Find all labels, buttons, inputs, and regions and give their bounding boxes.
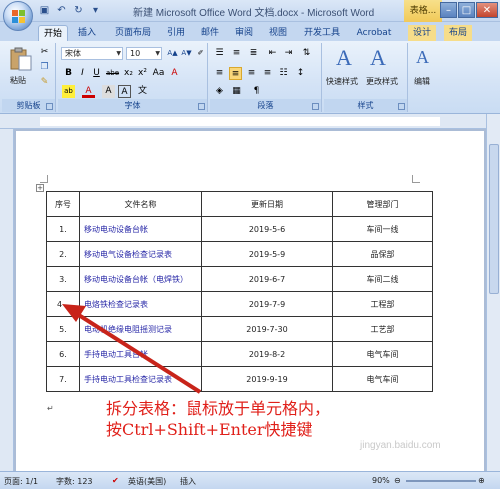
office-button[interactable] [3,1,33,31]
page-count[interactable]: 页面: 1/1 [4,476,38,487]
insert-mode[interactable]: 插入 [180,476,196,487]
zoom-in-icon[interactable]: ⊕ [478,476,485,485]
arrow-shaft [72,310,202,394]
annotation-line-1: 拆分表格：鼠标放于单元格内， [106,399,331,418]
watermark-text: jingyan.baidu.com [360,440,441,451]
annotation-line-2: 按Ctrl+Shift+Enter快捷键 [106,420,313,439]
zoom-level[interactable]: 90% [372,476,390,485]
word-count[interactable]: 字数: 123 [56,476,93,487]
proofing-icon[interactable]: ✔ [112,476,119,485]
language-indicator[interactable]: 英语(美国) [128,476,166,487]
zoom-out-icon[interactable]: ⊖ [394,476,401,485]
office-logo-icon [12,10,25,23]
zoom-slider[interactable] [406,480,476,482]
status-bar: 页面: 1/1 字数: 123 ✔ 英语(美国) 插入 90% ⊖ ⊕ [0,471,500,489]
annotation-text: 拆分表格：鼠标放于单元格内， 按Ctrl+Shift+Enter快捷键 [106,398,330,440]
